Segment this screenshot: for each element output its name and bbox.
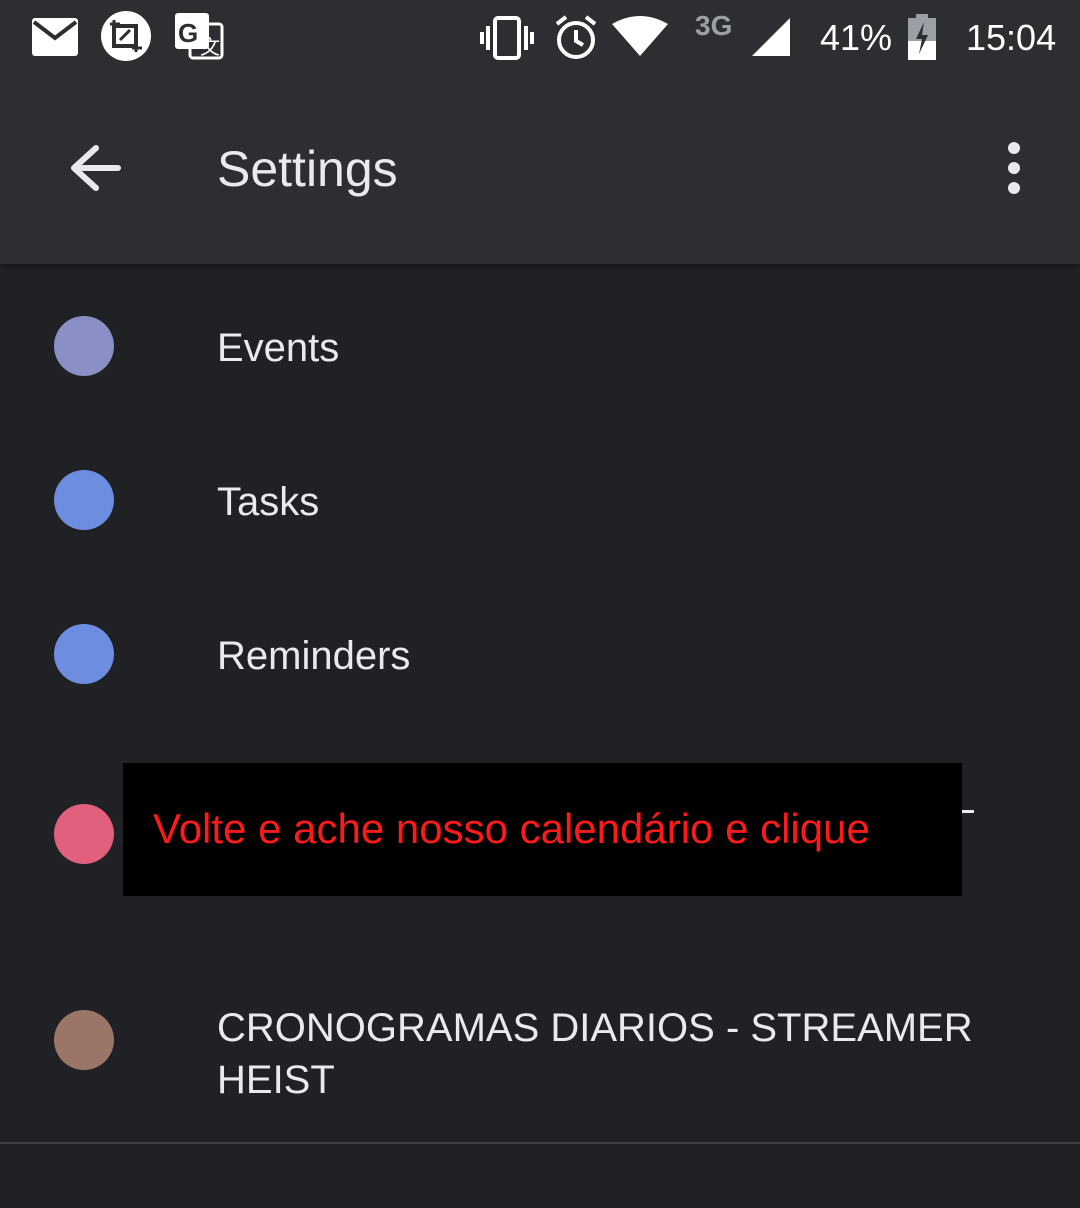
hidden-text-fragment bbox=[962, 810, 974, 813]
svg-text:文: 文 bbox=[200, 36, 220, 59]
clock: 15:04 bbox=[966, 17, 1057, 58]
translate-icon: G 文 bbox=[175, 13, 224, 60]
signal-icon bbox=[752, 18, 790, 56]
vibrate-icon bbox=[480, 16, 534, 60]
status-bar: G 文 3G 41% 15:04 bbox=[0, 0, 1080, 76]
annotation-text: Volte e ache nosso calendário e clique bbox=[153, 805, 870, 852]
calendar-item-cronogramas[interactable]: CRONOGRAMAS DIARIOS - STREAMER HEIST bbox=[0, 974, 1080, 1142]
app-bar bbox=[0, 76, 1080, 264]
color-dot bbox=[54, 804, 114, 864]
calendar-item-tasks[interactable]: Tasks bbox=[0, 418, 1080, 572]
calendar-label: CRONOGRAMAS DIARIOS - STREAMER HEIST bbox=[217, 1006, 973, 1102]
svg-text:G: G bbox=[178, 18, 198, 48]
battery-percent: 41% bbox=[820, 17, 893, 58]
network-type: 3G bbox=[695, 10, 733, 41]
more-vert-icon[interactable] bbox=[994, 138, 1034, 198]
calendar-label: Tasks bbox=[217, 480, 320, 524]
alarm-icon bbox=[555, 15, 597, 59]
arrow-back-icon[interactable] bbox=[60, 138, 132, 198]
calendar-label: Reminders bbox=[217, 634, 411, 678]
color-dot bbox=[54, 316, 114, 376]
calendar-item-reminders[interactable]: Reminders bbox=[0, 572, 1080, 726]
calendar-item-events[interactable]: Events bbox=[0, 264, 1080, 418]
color-dot bbox=[54, 1010, 114, 1070]
wifi-icon bbox=[612, 16, 668, 56]
annotation-overlay: Volte e ache nosso calendário e clique bbox=[123, 763, 962, 896]
battery-charging-icon bbox=[908, 14, 936, 60]
page-title: Settings bbox=[217, 141, 398, 197]
calendar-label: Events bbox=[217, 326, 340, 370]
screenshot-icon bbox=[101, 11, 151, 61]
mail-icon bbox=[32, 18, 78, 56]
color-dot bbox=[54, 624, 114, 684]
divider bbox=[0, 1142, 1080, 1144]
color-dot bbox=[54, 470, 114, 530]
